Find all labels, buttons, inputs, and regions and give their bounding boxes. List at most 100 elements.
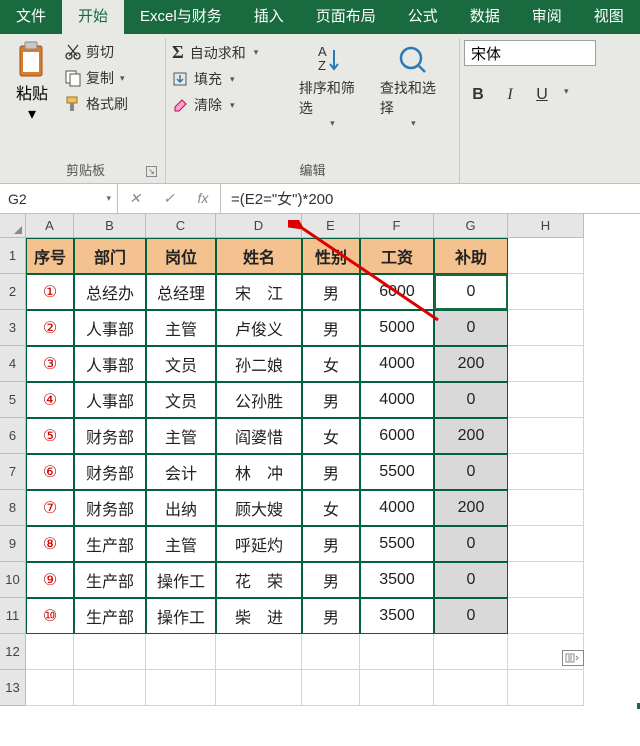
cell[interactable]: ⑨ — [26, 562, 74, 598]
cell[interactable] — [360, 634, 434, 670]
bold-button[interactable]: B — [468, 86, 488, 104]
row-header[interactable]: 7 — [0, 454, 26, 490]
cell[interactable]: 3500 — [360, 598, 434, 634]
cell[interactable]: ⑦ — [26, 490, 74, 526]
cell[interactable]: 操作工 — [146, 562, 216, 598]
cell[interactable]: 6000 — [360, 418, 434, 454]
cell[interactable] — [508, 526, 584, 562]
table-header-cell[interactable]: 岗位 — [146, 238, 216, 274]
cell[interactable]: 主管 — [146, 310, 216, 346]
row-header[interactable]: 4 — [0, 346, 26, 382]
clear-button[interactable]: 清除▾ — [170, 93, 289, 117]
cell[interactable]: ⑤ — [26, 418, 74, 454]
table-header-cell[interactable]: 补助 — [434, 238, 508, 274]
cell[interactable]: ② — [26, 310, 74, 346]
cell[interactable]: 阎婆惜 — [216, 418, 302, 454]
cell[interactable]: 操作工 — [146, 598, 216, 634]
chevron-down-icon[interactable]: ▾ — [106, 193, 111, 204]
row-header[interactable]: 11 — [0, 598, 26, 634]
cell[interactable] — [216, 634, 302, 670]
find-select-button[interactable]: 查找和选择 ▾ — [376, 40, 451, 131]
col-header[interactable]: D — [216, 214, 302, 238]
tab-pagelayout[interactable]: 页面布局 — [300, 0, 392, 34]
cell[interactable]: 总经办 — [74, 274, 146, 310]
cell[interactable]: 花 荣 — [216, 562, 302, 598]
cell[interactable]: 会计 — [146, 454, 216, 490]
select-all-corner[interactable] — [0, 214, 26, 238]
cell[interactable]: 财务部 — [74, 418, 146, 454]
cell[interactable]: 0 — [434, 598, 508, 634]
cell[interactable]: 0 — [434, 562, 508, 598]
paste-button[interactable]: 粘贴 ▾ — [10, 40, 54, 124]
row-header[interactable]: 3 — [0, 310, 26, 346]
cell[interactable]: 文员 — [146, 346, 216, 382]
cell[interactable]: ① — [26, 274, 74, 310]
cell[interactable]: 男 — [302, 382, 360, 418]
dialog-launcher-icon[interactable]: ↘ — [146, 166, 157, 177]
cell[interactable]: 财务部 — [74, 454, 146, 490]
cell[interactable]: 主管 — [146, 418, 216, 454]
row-header[interactable]: 12 — [0, 634, 26, 670]
fill-button[interactable]: 填充▾ — [170, 67, 289, 91]
italic-button[interactable]: I — [500, 86, 520, 104]
cell[interactable]: 5000 — [360, 310, 434, 346]
cell[interactable]: ⑧ — [26, 526, 74, 562]
tab-formulas[interactable]: 公式 — [392, 0, 454, 34]
row-header[interactable]: 5 — [0, 382, 26, 418]
cell[interactable]: 人事部 — [74, 382, 146, 418]
cell[interactable]: 200 — [434, 490, 508, 526]
cell[interactable]: 4000 — [360, 382, 434, 418]
cell[interactable]: 5500 — [360, 454, 434, 490]
cell[interactable]: ③ — [26, 346, 74, 382]
cell[interactable] — [360, 670, 434, 706]
cell[interactable]: 孙二娘 — [216, 346, 302, 382]
formula-input[interactable]: =(E2="女")*200 — [221, 184, 640, 213]
tab-review[interactable]: 审阅 — [516, 0, 578, 34]
tab-home[interactable]: 开始 — [62, 0, 124, 34]
format-painter-button[interactable]: 格式刷 — [60, 92, 132, 116]
worksheet-grid[interactable]: A B C D E F G H 1序号部门岗位姓名性别工资补助2①总经办总经理宋… — [0, 214, 640, 706]
row-header[interactable]: 8 — [0, 490, 26, 526]
cell[interactable] — [508, 490, 584, 526]
cell[interactable]: 公孙胜 — [216, 382, 302, 418]
row-header[interactable]: 9 — [0, 526, 26, 562]
cell[interactable]: 男 — [302, 310, 360, 346]
cell[interactable]: 女 — [302, 490, 360, 526]
cell[interactable]: 男 — [302, 598, 360, 634]
table-header-cell[interactable]: 性别 — [302, 238, 360, 274]
insert-function-button[interactable]: fx — [186, 190, 220, 208]
cell[interactable] — [508, 346, 584, 382]
cell[interactable]: 5500 — [360, 526, 434, 562]
cell[interactable] — [74, 670, 146, 706]
col-header[interactable]: G — [434, 214, 508, 238]
cell[interactable]: 总经理 — [146, 274, 216, 310]
cell[interactable]: 文员 — [146, 382, 216, 418]
sort-filter-button[interactable]: AZ 排序和筛选 ▾ — [295, 40, 370, 131]
cell[interactable] — [508, 670, 584, 706]
col-header[interactable]: E — [302, 214, 360, 238]
cell[interactable] — [508, 238, 584, 274]
cell[interactable] — [146, 634, 216, 670]
row-header[interactable]: 13 — [0, 670, 26, 706]
cell[interactable]: 200 — [434, 418, 508, 454]
cell[interactable]: 柴 进 — [216, 598, 302, 634]
cell[interactable]: 林 冲 — [216, 454, 302, 490]
cell[interactable]: 宋 江 — [216, 274, 302, 310]
table-header-cell[interactable]: 姓名 — [216, 238, 302, 274]
cell[interactable]: 0 — [434, 382, 508, 418]
cell[interactable]: 6000 — [360, 274, 434, 310]
row-header[interactable]: 1 — [0, 238, 26, 274]
col-header[interactable]: F — [360, 214, 434, 238]
cell[interactable]: 0 — [434, 526, 508, 562]
col-header[interactable]: C — [146, 214, 216, 238]
col-header[interactable]: B — [74, 214, 146, 238]
col-header[interactable]: A — [26, 214, 74, 238]
cell[interactable]: 出纳 — [146, 490, 216, 526]
table-header-cell[interactable]: 部门 — [74, 238, 146, 274]
table-header-cell[interactable]: 工资 — [360, 238, 434, 274]
cell[interactable]: 主管 — [146, 526, 216, 562]
cell[interactable]: 3500 — [360, 562, 434, 598]
cut-button[interactable]: 剪切 — [60, 40, 132, 64]
tab-view[interactable]: 视图 — [578, 0, 640, 34]
cell[interactable]: 0 — [434, 310, 508, 346]
